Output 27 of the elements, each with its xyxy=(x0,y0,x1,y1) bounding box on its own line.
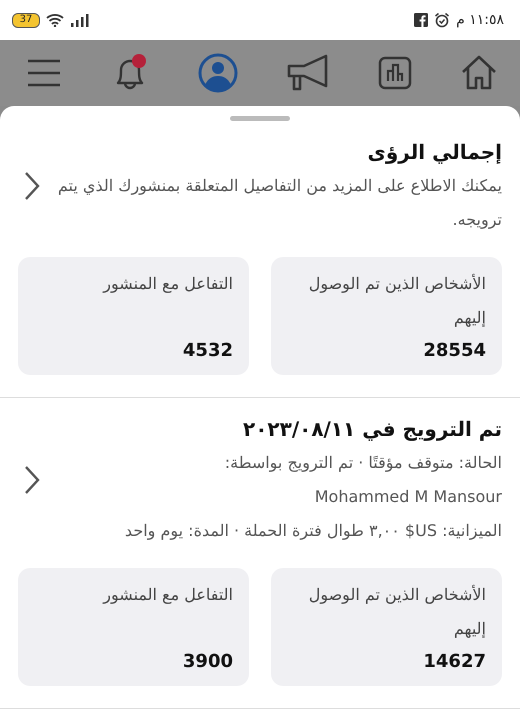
metric-label: التفاعل مع المنشور xyxy=(102,273,233,295)
metric-value: 14627 xyxy=(422,650,486,674)
social-app-icon xyxy=(414,13,428,27)
chevron-icon[interactable] xyxy=(24,465,40,495)
drag-handle[interactable] xyxy=(230,116,290,121)
chevron-icon[interactable] xyxy=(24,171,40,201)
section-description: يمكنك الاطلاع على المزيد من التفاصيل المتعلقة بمنشورك الذي يتم ترويجه. xyxy=(56,175,502,231)
metric-value: 4532 xyxy=(182,339,233,363)
metric-label: التفاعل مع المنشور xyxy=(102,584,233,606)
alarm-icon xyxy=(434,12,450,28)
status-text: الحالة: متوقف مؤقتًا · تم الترويج بواسطة: xyxy=(224,452,502,474)
clock-time: ١١:٥٨ م xyxy=(456,12,504,28)
battery-indicator: 37 xyxy=(12,12,40,28)
metric-label: الأشخاص الذين تم الوصول إليهم xyxy=(308,272,486,329)
home-icon[interactable] xyxy=(460,54,498,92)
budget-text: الميزانية: US$ ٣,٠٠ طوال فترة الحملة · المدة: يوم واحد xyxy=(124,520,502,542)
wifi-icon xyxy=(46,13,64,27)
metric-value: 3900 xyxy=(182,650,233,674)
metric-label: الأشخاص الذين تم الوصول إليهم xyxy=(308,584,486,640)
section-title: إجمالي الرؤى xyxy=(366,139,502,166)
section-title: تم الترويج في ٢٠٢٣/٠٨/١١ xyxy=(242,416,502,443)
bar-chart-icon[interactable] xyxy=(378,56,412,90)
menu-icon[interactable] xyxy=(28,58,60,88)
megaphone-icon[interactable] xyxy=(286,54,330,92)
metric-value: 28554 xyxy=(422,339,486,363)
promoter-name: Mohammed M Mansour xyxy=(314,486,502,508)
profile-icon[interactable] xyxy=(198,53,238,93)
